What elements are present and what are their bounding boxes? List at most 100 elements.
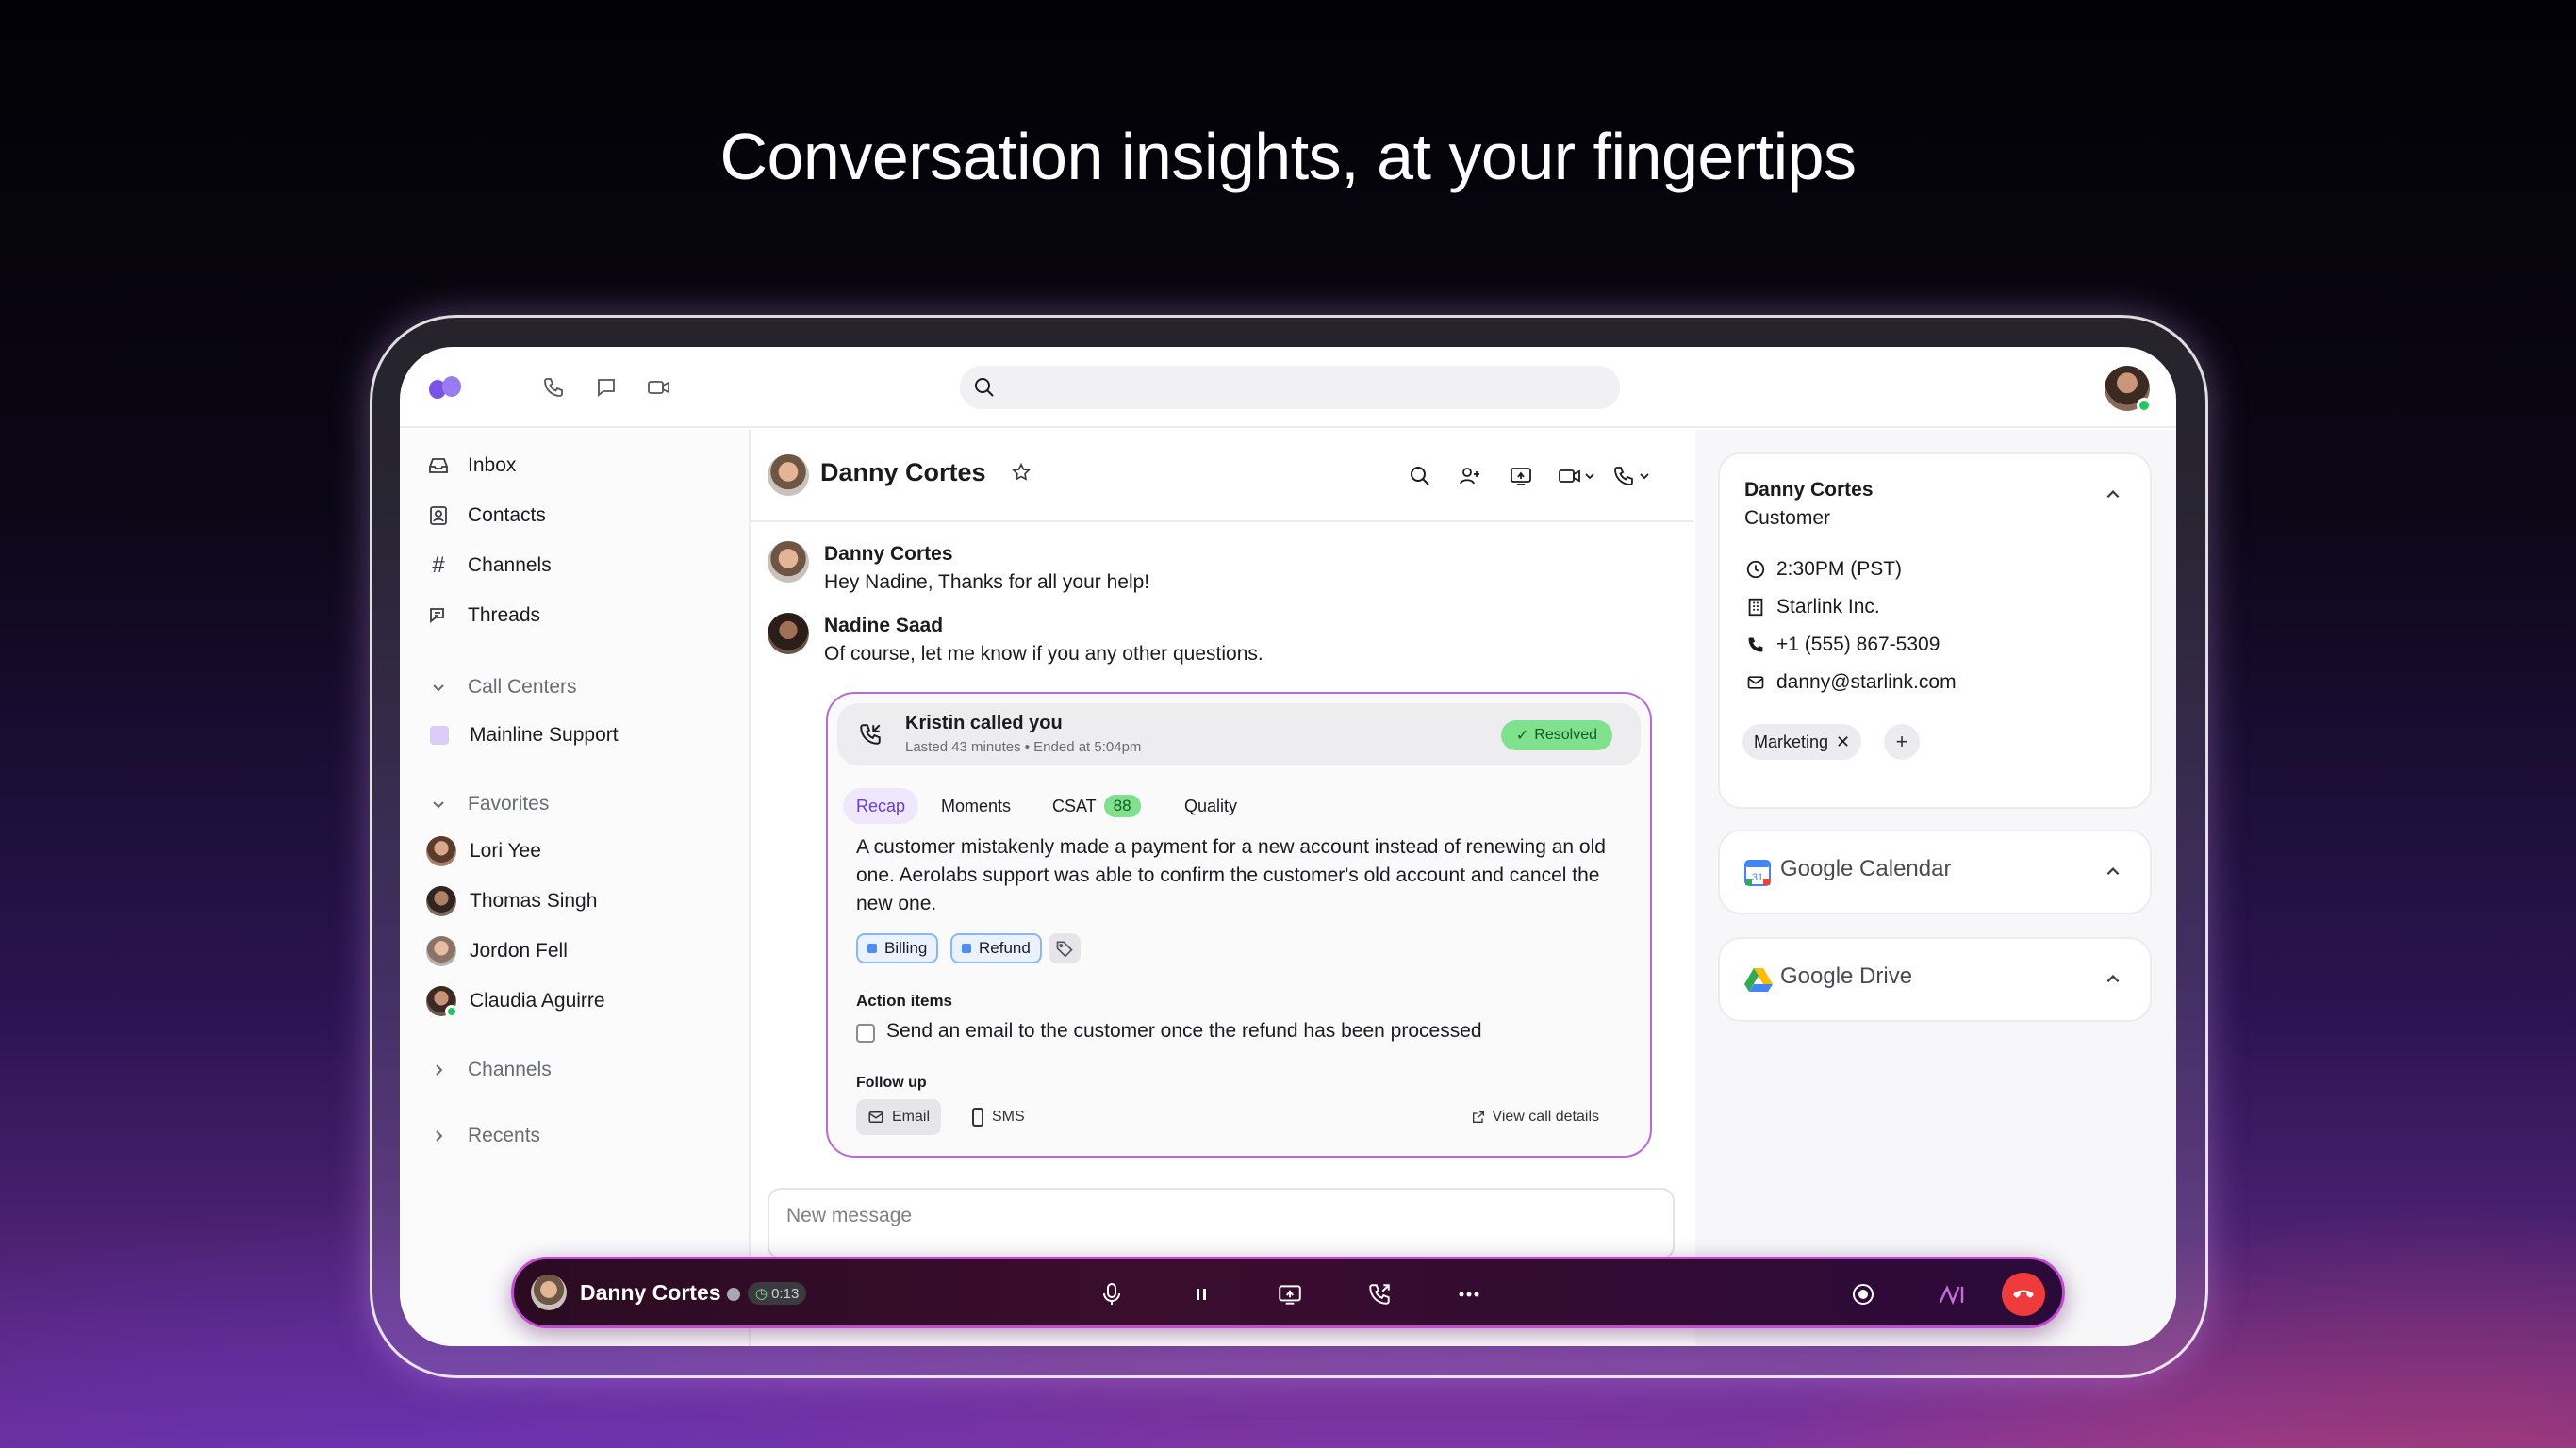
tag-label: Billing: [884, 939, 928, 957]
avatar[interactable]: [768, 454, 809, 496]
tag-icon: [1056, 941, 1073, 958]
sidebar-item-inbox[interactable]: Inbox: [426, 451, 516, 481]
follow-up-heading: Follow up: [856, 1075, 927, 1091]
phone-icon: [1744, 635, 1767, 654]
avatar[interactable]: [768, 613, 809, 654]
tag-label: Marketing: [1754, 732, 1829, 751]
plus-icon: +: [1895, 730, 1908, 753]
tab-moments[interactable]: Moments: [928, 788, 1024, 824]
conversation-title[interactable]: Danny Cortes: [820, 458, 986, 487]
end-call-button[interactable]: [2002, 1273, 2045, 1316]
mail-icon: [868, 1111, 883, 1123]
favorite-claudia-aguirre[interactable]: Claudia Aguirre: [426, 986, 605, 1018]
external-link-icon: [1473, 1111, 1485, 1123]
call-summary-header[interactable]: Kristin called you Lasted 43 minutes • E…: [837, 703, 1641, 765]
section-label: Call Centers: [468, 676, 577, 698]
chevron-up-icon[interactable]: [2105, 971, 2122, 988]
tag-marketing[interactable]: Marketing ✕: [1742, 724, 1862, 760]
chat-icon[interactable]: [590, 371, 622, 403]
contact-email-text: danny@starlink.com: [1776, 671, 1957, 693]
tab-quality[interactable]: Quality: [1171, 788, 1250, 824]
user-avatar[interactable]: [2105, 366, 2152, 413]
pause-icon: [1197, 1289, 1206, 1300]
call-center-color-swatch: [430, 726, 449, 745]
mobile-icon: [972, 1108, 983, 1127]
sidebar-item-contacts[interactable]: Contacts: [426, 501, 546, 531]
transfer-call-button[interactable]: [1363, 1278, 1395, 1310]
chevron-down-icon: [426, 680, 451, 695]
follow-up-sms-button[interactable]: SMS: [960, 1099, 1036, 1135]
building-icon: [1744, 597, 1767, 617]
contact-company-text: Starlink Inc.: [1776, 596, 1880, 617]
sidebar-item-threads[interactable]: Threads: [426, 601, 540, 631]
section-channels[interactable]: Channels: [426, 1056, 552, 1084]
search-icon[interactable]: [1409, 462, 1431, 490]
contact-email[interactable]: danny@starlink.com: [1744, 671, 1957, 694]
video-call-dropdown[interactable]: [1558, 462, 1597, 490]
avatar[interactable]: [768, 541, 809, 583]
hang-up-icon: [2013, 1290, 2034, 1298]
chevron-up-icon[interactable]: [2105, 486, 2122, 503]
more-options-button[interactable]: [1453, 1278, 1485, 1310]
contact-name: Danny Cortes: [1744, 479, 1874, 501]
sidebar-item-mainline-support[interactable]: Mainline Support: [426, 720, 619, 750]
section-call-centers[interactable]: Call Centers: [426, 673, 577, 701]
section-recents[interactable]: Recents: [426, 1122, 540, 1150]
search-icon: [975, 378, 994, 397]
add-person-icon[interactable]: [1458, 462, 1482, 490]
google-calendar-icon: 31: [1744, 860, 1771, 886]
section-favorites[interactable]: Favorites: [426, 790, 549, 818]
chevron-up-icon[interactable]: [2105, 864, 2122, 880]
google-drive-icon: [1744, 968, 1773, 992]
section-label: Channels: [468, 1059, 552, 1080]
contact-role: Customer: [1744, 507, 1831, 529]
ai-assist-button[interactable]: [1936, 1278, 1968, 1310]
avatar: [426, 886, 456, 916]
contact-phone[interactable]: +1 (555) 867-5309: [1744, 634, 1940, 656]
tag-billing[interactable]: Billing: [856, 933, 939, 963]
record-button[interactable]: [1847, 1278, 1879, 1310]
contact-local-time: 2:30PM (PST): [1744, 558, 1902, 581]
view-call-details-link[interactable]: View call details: [1471, 1109, 1599, 1126]
button-label: Email: [892, 1109, 931, 1125]
add-tag-button[interactable]: +: [1884, 724, 1920, 760]
call-summary-card: Kristin called you Lasted 43 minutes • E…: [826, 692, 1652, 1158]
transfer-call-icon: [1369, 1284, 1390, 1305]
avatar: [426, 836, 456, 866]
csat-score-badge: 88: [1103, 795, 1141, 817]
tab-csat[interactable]: CSAT 88: [1039, 788, 1154, 824]
phone-icon[interactable]: [537, 371, 570, 403]
logo-icon[interactable]: [426, 373, 464, 402]
tag-label: Refund: [979, 939, 1031, 957]
button-label: SMS: [992, 1109, 1025, 1125]
add-tag-button[interactable]: [1049, 933, 1081, 963]
google-drive-card[interactable]: Google Drive: [1718, 937, 2152, 1022]
close-icon[interactable]: ✕: [1836, 732, 1850, 752]
mute-button[interactable]: [1096, 1278, 1128, 1310]
tag-color-dot: [962, 944, 971, 953]
favorite-thomas-singh[interactable]: Thomas Singh: [426, 886, 597, 916]
status-dot: [727, 1288, 740, 1301]
tab-recap[interactable]: Recap: [843, 788, 919, 824]
phone-call-dropdown[interactable]: [1612, 462, 1652, 490]
message-author[interactable]: Nadine Saad: [824, 615, 943, 637]
sidebar-item-channels[interactable]: # Channels: [426, 551, 551, 581]
screen-share-button[interactable]: [1274, 1278, 1306, 1310]
message-composer[interactable]: New message: [768, 1188, 1675, 1259]
video-icon[interactable]: [643, 371, 675, 403]
google-calendar-card[interactable]: 31 Google Calendar: [1718, 830, 2152, 914]
action-item-checkbox[interactable]: [856, 1024, 875, 1043]
tag-refund[interactable]: Refund: [950, 933, 1042, 963]
star-icon[interactable]: [1011, 462, 1032, 483]
favorite-jordon-fell[interactable]: Jordon Fell: [426, 936, 568, 966]
screen-share-icon[interactable]: [1509, 462, 1533, 490]
hold-button[interactable]: [1185, 1278, 1217, 1310]
favorite-lori-yee[interactable]: Lori Yee: [426, 836, 541, 866]
conversation-pane: Danny Cortes Danny Cortes Hey Nadine, Th…: [751, 430, 1693, 1346]
chevron-down-icon: [426, 797, 451, 812]
follow-up-email-button[interactable]: Email: [856, 1099, 942, 1135]
search-input[interactable]: [960, 366, 1620, 409]
message-author[interactable]: Danny Cortes: [824, 543, 953, 566]
caller-name[interactable]: Danny Cortes: [580, 1280, 721, 1306]
avatar[interactable]: [531, 1275, 567, 1310]
